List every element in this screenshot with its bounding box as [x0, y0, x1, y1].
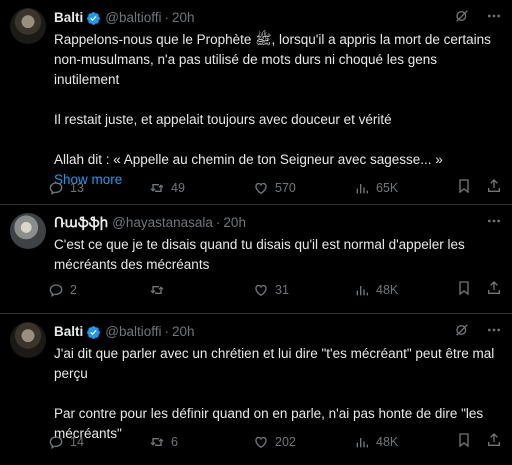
views-chart-icon [356, 183, 368, 193]
more-options-icon[interactable] [486, 322, 502, 338]
separator-dot: · [164, 10, 170, 25]
share-icon[interactable] [486, 280, 502, 299]
reply-icon [49, 181, 63, 195]
display-name[interactable]: Balti [54, 322, 83, 342]
like-count: 31 [275, 282, 289, 297]
tweet-actions: 13 49 570 65K [48, 178, 502, 197]
tweet-header-actions [454, 8, 502, 24]
more-options-icon[interactable] [486, 8, 502, 24]
user-handle[interactable]: @hayastanasala [112, 213, 213, 233]
tweet-header-actions [454, 322, 502, 338]
repost-icon [150, 437, 164, 446]
tweet-header-actions [486, 213, 502, 229]
like-button[interactable]: 570 [253, 180, 354, 196]
views-chart-icon [356, 285, 368, 295]
tweet[interactable]: Balti @baltioffi · 20h J'ai dit que parl… [0, 313, 512, 465]
like-button[interactable]: 202 [253, 434, 354, 450]
heart-icon [255, 436, 267, 448]
views-chart-icon [356, 437, 368, 447]
reply-icon [49, 435, 63, 449]
timestamp[interactable]: 20h [172, 8, 195, 28]
repost-button[interactable]: 6 [149, 434, 253, 450]
verified-badge-icon [87, 325, 101, 339]
tweet-header: Ռաֆֆի @hayastanasala · 20h [54, 213, 502, 233]
display-name[interactable]: Balti [54, 8, 83, 28]
tweet-text: C'est ce que je te disais quand tu disai… [54, 237, 469, 272]
tweet-actions: 2 31 48K [48, 280, 502, 299]
tweet-header: Balti @baltioffi · 20h [54, 322, 502, 342]
repost-button[interactable]: 49 [149, 180, 253, 196]
heart-icon [255, 182, 267, 194]
more-options-icon[interactable] [486, 213, 502, 229]
reply-count: 14 [70, 434, 84, 449]
tweet[interactable]: Ռաֆֆի @hayastanasala · 20h C'est ce que … [0, 204, 512, 313]
bookmark-icon[interactable] [456, 280, 472, 299]
avatar[interactable] [10, 213, 46, 249]
views-button[interactable]: 65K [354, 180, 454, 196]
grok-icon[interactable] [454, 322, 470, 338]
views-button[interactable]: 48K [354, 434, 454, 450]
user-handle[interactable]: @baltioffi [105, 8, 161, 28]
reply-count: 13 [70, 180, 84, 195]
tweet-actions: 14 6 202 48K [48, 432, 502, 451]
bookmark-icon[interactable] [456, 178, 472, 197]
display-name[interactable]: Ռաֆֆի [54, 213, 108, 233]
repost-icon [150, 285, 164, 294]
view-count: 65K [376, 180, 399, 195]
like-count: 570 [275, 180, 296, 195]
like-button[interactable]: 31 [253, 282, 354, 298]
tweet-header: Balti @baltioffi · 20h [54, 8, 502, 28]
grok-icon[interactable] [454, 8, 470, 24]
separator-dot: · [164, 324, 170, 339]
reply-icon [49, 283, 63, 297]
views-button[interactable]: 48K [354, 282, 454, 298]
avatar[interactable] [10, 8, 46, 44]
repost-button[interactable] [149, 282, 253, 298]
separator-dot: · [215, 215, 221, 230]
reply-button[interactable]: 14 [48, 434, 149, 450]
share-icon[interactable] [486, 432, 502, 451]
like-count: 202 [275, 434, 296, 449]
avatar[interactable] [10, 322, 46, 358]
timestamp[interactable]: 20h [223, 213, 246, 233]
view-count: 48K [376, 434, 399, 449]
view-count: 48K [376, 282, 399, 297]
repost-count: 49 [171, 180, 185, 195]
timestamp[interactable]: 20h [172, 322, 195, 342]
repost-icon [150, 183, 164, 192]
reply-button[interactable]: 13 [48, 180, 149, 196]
bookmark-icon[interactable] [456, 432, 472, 451]
verified-badge-icon [87, 11, 101, 25]
reply-count: 2 [70, 282, 77, 297]
repost-count: 6 [171, 434, 178, 449]
tweet-text: Rappelons-nous que le Prophète ﷺ, lorsqu… [54, 32, 491, 167]
heart-icon [255, 284, 267, 296]
user-handle[interactable]: @baltioffi [105, 322, 161, 342]
reply-button[interactable]: 2 [48, 282, 149, 298]
share-icon[interactable] [486, 178, 502, 197]
tweet[interactable]: Balti @baltioffi · 20h Rappelons-nous qu… [0, 0, 512, 204]
tweet-text: J'ai dit que parler avec un chrétien et … [54, 346, 495, 441]
